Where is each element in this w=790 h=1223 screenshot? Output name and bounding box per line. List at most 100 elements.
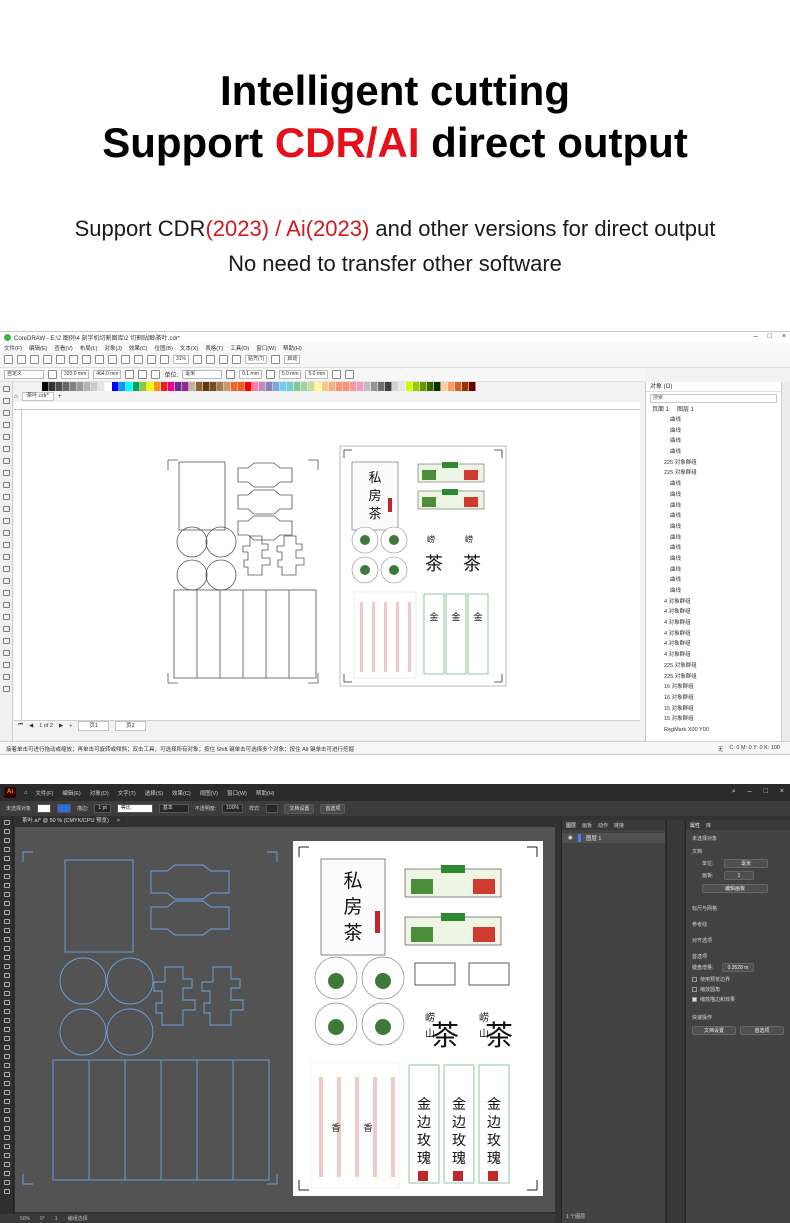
quick-document-setup-button[interactable]: 文档设置 (692, 1026, 736, 1035)
checkbox-icon[interactable] (692, 987, 697, 993)
color-swatch[interactable] (329, 382, 336, 391)
objects-tree-item[interactable]: 225 对象群组 (658, 661, 781, 672)
color-swatch[interactable] (462, 382, 469, 391)
color-swatch[interactable] (280, 382, 287, 391)
tool-icon[interactable] (4, 955, 10, 960)
color-swatch[interactable] (441, 382, 448, 391)
objects-tree-item[interactable]: 225 对象群组 (658, 468, 781, 479)
color-swatch[interactable] (301, 382, 308, 391)
tool-icon[interactable] (4, 1054, 10, 1059)
color-swatch[interactable] (182, 382, 189, 391)
menu-item[interactable]: 编辑(E) (62, 789, 80, 797)
objects-tree-item[interactable]: 曲线 (658, 511, 781, 522)
objects-tree-item[interactable]: 曲线 (658, 447, 781, 458)
menu-item[interactable]: 帮助(H) (283, 344, 302, 352)
color-swatch[interactable] (175, 382, 182, 391)
objects-tree-item[interactable]: 曲线 (658, 490, 781, 501)
color-swatch[interactable] (91, 382, 98, 391)
page-size-dropdown[interactable]: 自定义 (4, 370, 44, 379)
color-swatch[interactable] (259, 382, 266, 391)
color-swatch[interactable] (399, 382, 406, 391)
tool-icon[interactable] (4, 1090, 10, 1095)
minimize-icon[interactable]: – (754, 333, 758, 340)
artboard-number[interactable]: 1 (55, 1216, 58, 1222)
props-check-preview-bounds[interactable]: 使用预览边界 (692, 976, 730, 983)
align-icon[interactable] (345, 370, 355, 379)
color-swatch[interactable] (308, 382, 315, 391)
eye-icon[interactable]: ◉ (568, 835, 573, 841)
color-swatch[interactable] (378, 382, 385, 391)
import-icon[interactable] (134, 355, 143, 364)
menu-item[interactable]: 选择(S) (145, 789, 163, 797)
color-swatch[interactable] (238, 382, 245, 391)
tool-icon[interactable] (4, 1162, 10, 1167)
objects-tree-item[interactable]: 15 对象群组 (658, 704, 781, 715)
next-page-icon[interactable]: ▶ (59, 723, 63, 729)
launch-dropdown[interactable]: 启动 (284, 355, 301, 364)
tool-icon[interactable] (3, 638, 10, 644)
maximize-icon[interactable]: □ (764, 788, 768, 796)
print-icon[interactable] (43, 355, 52, 364)
page-height-field[interactable]: 464.0 mm (93, 370, 122, 379)
menu-item[interactable]: 效果(C) (129, 344, 148, 352)
menu-item[interactable]: 对象(O) (90, 789, 109, 797)
color-swatch[interactable] (98, 382, 105, 391)
tool-icon[interactable] (4, 892, 10, 897)
add-tab-icon[interactable]: + (58, 394, 62, 400)
color-swatch[interactable] (273, 382, 280, 391)
tool-icon[interactable] (3, 686, 10, 692)
tool-icon[interactable] (3, 410, 10, 416)
snap-to-dropdown[interactable]: 贴齐(T) (245, 355, 268, 364)
objects-tree-item[interactable]: 15 对象群组 (658, 714, 781, 725)
layers-panel-tab[interactable]: 图层 (566, 822, 576, 829)
objects-tree-item[interactable]: 曲线 (658, 565, 781, 576)
menu-item[interactable]: 效果(C) (172, 789, 191, 797)
color-swatch[interactable] (245, 382, 252, 391)
tool-icon[interactable] (3, 602, 10, 608)
objects-tree-item[interactable]: 曲线 (658, 586, 781, 597)
color-swatch[interactable] (266, 382, 273, 391)
color-swatch[interactable] (42, 382, 49, 391)
tool-icon[interactable] (3, 566, 10, 572)
props-check-scale-corners[interactable]: 缩放圆角 (692, 986, 720, 993)
tool-icon[interactable] (3, 470, 10, 476)
tool-icon[interactable] (4, 1126, 10, 1131)
color-swatch[interactable] (203, 382, 210, 391)
tool-icon[interactable] (4, 1081, 10, 1086)
tool-icon[interactable] (3, 518, 10, 524)
color-swatch[interactable] (210, 382, 217, 391)
objects-tree-item[interactable]: 曲线 (658, 533, 781, 544)
objects-tree-item[interactable]: RegMark X00 Y00 (658, 725, 781, 736)
search-icon[interactable]: ⌕ (732, 788, 736, 796)
properties-tab[interactable]: 属性 (690, 822, 700, 829)
all-pages-icon[interactable] (151, 370, 161, 379)
tool-icon[interactable] (4, 946, 10, 951)
color-swatch[interactable] (112, 382, 119, 391)
objects-tree-item[interactable]: 4 对象群组 (658, 597, 781, 608)
color-swatch[interactable] (469, 382, 476, 391)
objects-tree-item[interactable]: 曲线 (658, 575, 781, 586)
color-swatch[interactable] (168, 382, 175, 391)
new-icon[interactable] (4, 355, 13, 364)
tool-icon[interactable] (4, 1108, 10, 1113)
objects-tree-item[interactable]: 225 对象群组 (658, 458, 781, 469)
guidelines-icon[interactable] (232, 355, 242, 364)
layers-panel-tab[interactable]: 链接 (614, 822, 624, 829)
color-swatch[interactable] (126, 382, 133, 391)
color-swatch[interactable] (84, 382, 91, 391)
objects-tree-item[interactable]: 4 对象群组 (658, 639, 781, 650)
menu-item[interactable]: 查看(V) (54, 344, 72, 352)
publish-pdf-icon[interactable] (160, 355, 169, 364)
tool-icon[interactable] (4, 1027, 10, 1032)
objects-tree-item[interactable]: 曲线 (658, 415, 781, 426)
layer-row[interactable]: ◉ 图层 1 (562, 833, 665, 843)
zoom-readout[interactable]: 50% (20, 1216, 30, 1222)
zoom-field[interactable]: 31% (173, 355, 190, 364)
color-swatch[interactable] (287, 382, 294, 391)
tool-icon[interactable] (4, 991, 10, 996)
close-icon[interactable]: × (782, 333, 786, 340)
tool-icon[interactable] (3, 458, 10, 464)
duplicate-x-field[interactable]: 5.0 mm (278, 370, 302, 379)
objects-tree-item[interactable]: 4 对象群组 (658, 629, 781, 640)
checkbox-icon[interactable] (692, 977, 697, 983)
